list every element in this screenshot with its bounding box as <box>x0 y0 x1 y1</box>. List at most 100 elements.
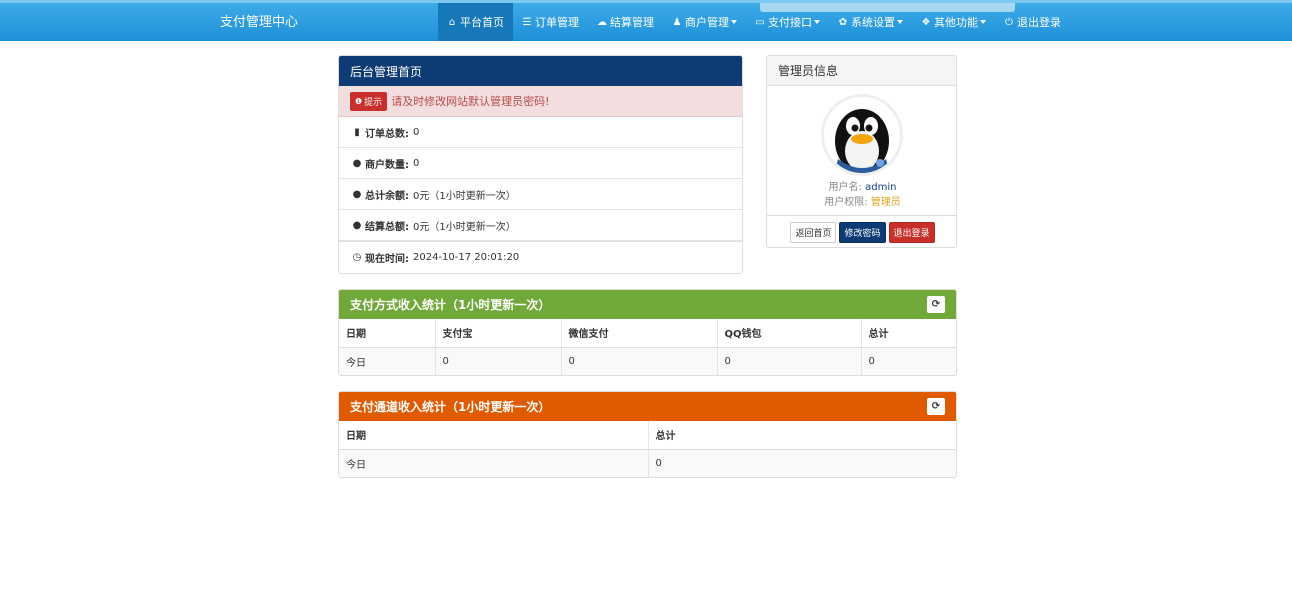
nav-item-label: 结算管理 <box>610 16 654 29</box>
col-date: 日期 <box>339 421 649 450</box>
power-icon: ⏻ <box>1005 16 1013 28</box>
nav-item-5[interactable]: ✿ 系统设置 <box>829 3 912 41</box>
nav-item-label: 支付接口 <box>768 16 812 29</box>
nav-item-label: 订单管理 <box>535 16 579 29</box>
role-value: 管理员 <box>870 197 901 208</box>
logout-button[interactable]: 退出登录 <box>888 221 935 243</box>
settlement-label: 结算总额: <box>365 221 409 233</box>
tint-icon: ● <box>352 157 362 169</box>
order-count-value: 0 <box>413 126 420 138</box>
nav-item-label: 退出登录 <box>1017 16 1061 29</box>
nav-item-7[interactable]: ⏻ 退出登录 <box>995 3 1070 41</box>
list-icon: ☰ <box>522 16 532 28</box>
change-password-button[interactable]: 修改密码 <box>839 221 886 243</box>
admin-info-panel: 管理员信息 用户名: admin 用户权限: 管理员 返回首页 修改密码 退出登… <box>766 55 957 248</box>
alert-badge: ❶ 提示 <box>350 91 388 111</box>
col-date: 日期 <box>339 319 436 348</box>
alert-badge-label: 提示 <box>364 97 383 108</box>
pay-method-stats-panel: 支付方式收入统计（1小时更新一次） ⟳ 日期 支付宝 微信支付 QQ钱包 总计 … <box>338 289 957 376</box>
pay-channel-title: 支付通道收入统计（1小时更新一次） <box>350 400 551 414</box>
username-label: 用户名: <box>828 182 862 193</box>
col-qqwallet: QQ钱包 <box>717 319 862 348</box>
table-row: 今日 0 <box>339 449 956 477</box>
current-time-row: ◷ 现在时间: 2024-10-17 20:01:20 <box>339 241 742 272</box>
username-value: admin <box>865 182 897 193</box>
pay-channel-table: 日期 总计 今日 0 <box>339 421 956 477</box>
table-header-row: 日期 总计 <box>339 421 956 450</box>
password-alert: ❶ 提示 请及时修改网站默认管理员密码! <box>339 86 742 117</box>
nav-item-4[interactable]: ▭ 支付接口 <box>746 3 829 41</box>
nav-item-0[interactable]: ⌂ 平台首页 <box>438 3 513 41</box>
admin-home-heading: 后台管理首页 <box>339 56 742 86</box>
order-count-label: 订单总数: <box>365 128 409 140</box>
pay-method-title: 支付方式收入统计（1小时更新一次） <box>350 298 551 312</box>
nav-item-label: 平台首页 <box>460 16 504 29</box>
settlement-value: 0元（1小时更新一次） <box>413 221 516 233</box>
cell-date: 今日 <box>339 347 436 375</box>
merchant-count-label: 商户数量: <box>365 159 409 171</box>
username-line: 用户名: admin <box>767 178 956 193</box>
balance-value: 0元（1小时更新一次） <box>413 190 516 202</box>
table-header-row: 日期 支付宝 微信支付 QQ钱包 总计 <box>339 319 956 348</box>
gear-icon: ✿ <box>838 16 848 28</box>
cell-qqwallet: 0 <box>717 347 862 375</box>
cloud-icon: ☁ <box>597 16 607 28</box>
cube-icon: ❖ <box>921 16 931 28</box>
current-time-value: 2024-10-17 20:01:20 <box>413 251 520 263</box>
pay-channel-heading: 支付通道收入统计（1小时更新一次） ⟳ <box>339 392 956 421</box>
nav-item-label: 商户管理 <box>685 16 729 29</box>
merchant-count-row: ● 商户数量: 0 <box>339 148 742 179</box>
role-label: 用户权限: <box>824 197 868 208</box>
tint-icon: ● <box>352 188 362 200</box>
settlement-row: ● 结算总额: 0元（1小时更新一次） <box>339 210 742 241</box>
admin-home-title: 后台管理首页 <box>350 64 423 79</box>
current-time-label: 现在时间: <box>365 253 409 265</box>
cell-alipay: 0 <box>435 347 562 375</box>
cell-date: 今日 <box>339 449 649 477</box>
pay-method-heading: 支付方式收入统计（1小时更新一次） ⟳ <box>339 290 956 319</box>
clock-icon: ◷ <box>352 251 362 263</box>
admin-home-panel: 后台管理首页 ❶ 提示 请及时修改网站默认管理员密码! ▮ 订单总数: 0 ● … <box>338 55 743 274</box>
nav-item-3[interactable]: ♟ 商户管理 <box>663 3 746 41</box>
order-count-row: ▮ 订单总数: 0 <box>339 117 742 148</box>
col-alipay: 支付宝 <box>435 319 562 348</box>
col-wechat: 微信支付 <box>561 319 718 348</box>
info-icon: ❶ <box>355 96 363 106</box>
admin-info-heading: 管理员信息 <box>767 56 956 86</box>
main-nav: ⌂ 平台首页 ☰ 订单管理 ☁ 结算管理 ♟ 商户管理 ▭ 支付接口 ✿ 系统设置 ❖ 其他功能 ⏻ 退出登录 <box>438 3 1070 41</box>
caret-down-icon <box>980 20 986 24</box>
admin-info-title: 管理员信息 <box>778 64 839 78</box>
caret-down-icon <box>731 20 737 24</box>
avatar <box>821 94 903 176</box>
pay-method-table: 日期 支付宝 微信支付 QQ钱包 总计 今日 0 0 0 0 <box>339 319 956 375</box>
back-home-button[interactable]: 返回首页 <box>790 221 837 243</box>
home-icon: ⌂ <box>448 16 456 28</box>
refresh-icon[interactable]: ⟳ <box>927 398 945 415</box>
merchant-count-value: 0 <box>413 157 420 169</box>
bar-chart-icon: ▮ <box>354 126 360 138</box>
cell-total: 0 <box>861 347 956 375</box>
tint-icon: ● <box>352 219 362 231</box>
caret-down-icon <box>814 20 820 24</box>
nav-item-2[interactable]: ☁ 结算管理 <box>588 3 663 41</box>
penguin-avatar-icon <box>824 97 900 173</box>
refresh-icon[interactable]: ⟳ <box>927 296 945 313</box>
pay-channel-stats-panel: 支付通道收入统计（1小时更新一次） ⟳ 日期 总计 今日 0 <box>338 391 957 478</box>
admin-actions: 返回首页 修改密码 退出登录 <box>767 215 956 247</box>
cell-total: 0 <box>648 449 956 477</box>
table-row: 今日 0 0 0 0 <box>339 347 956 375</box>
brand-title[interactable]: 支付管理中心 <box>220 11 298 30</box>
caret-down-icon <box>897 20 903 24</box>
cell-wechat: 0 <box>561 347 718 375</box>
col-total: 总计 <box>648 421 956 450</box>
credit-card-icon: ▭ <box>755 16 765 28</box>
nav-item-6[interactable]: ❖ 其他功能 <box>912 3 995 41</box>
balance-label: 总计余额: <box>365 190 409 202</box>
nav-item-label: 系统设置 <box>851 16 895 29</box>
role-line: 用户权限: 管理员 <box>767 193 956 208</box>
col-total: 总计 <box>861 319 956 348</box>
alert-text: 请及时修改网站默认管理员密码! <box>391 95 550 108</box>
balance-row: ● 总计余额: 0元（1小时更新一次） <box>339 179 742 210</box>
nav-item-1[interactable]: ☰ 订单管理 <box>513 3 588 41</box>
user-icon: ♟ <box>672 16 682 28</box>
